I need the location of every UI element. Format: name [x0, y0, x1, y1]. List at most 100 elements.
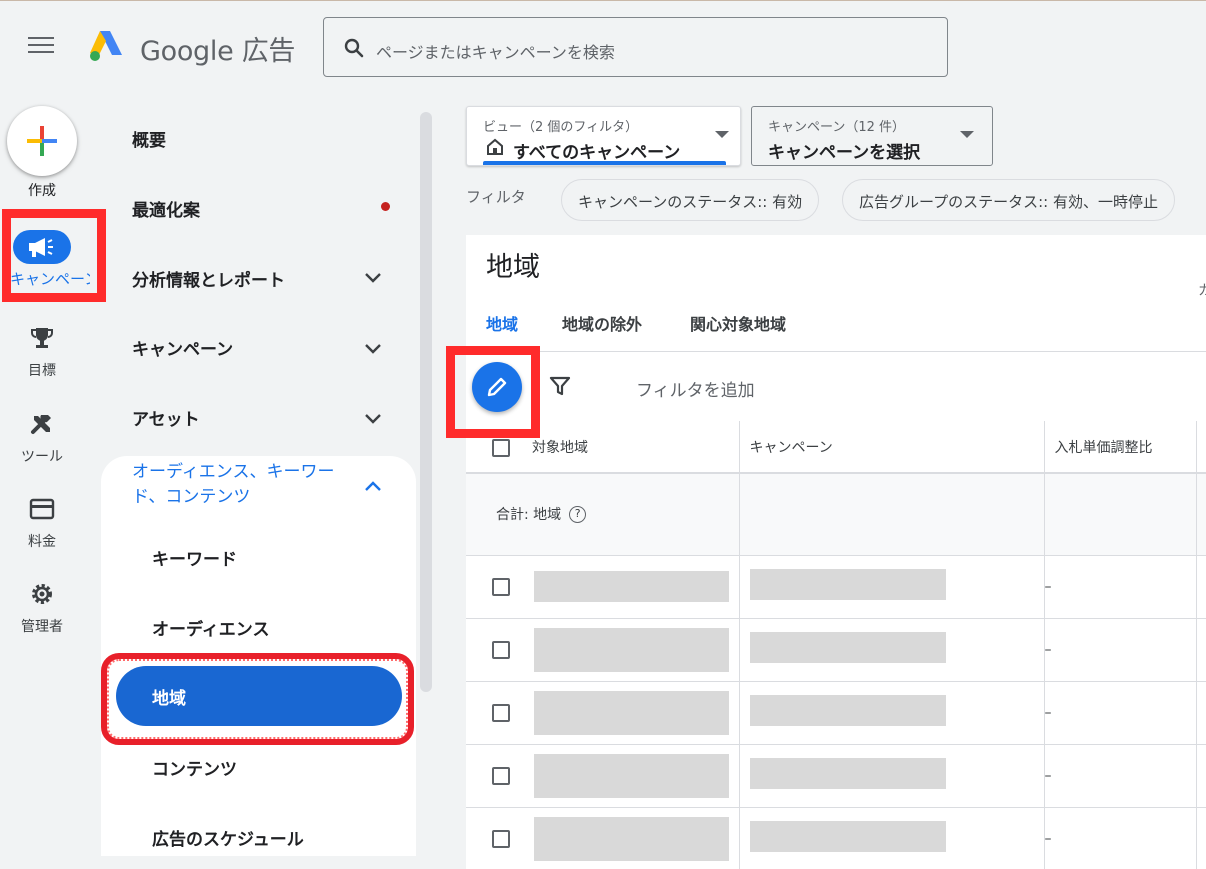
plus-icon	[27, 126, 57, 156]
row-checkbox[interactable]	[492, 577, 510, 596]
nav-audiences-section[interactable]: オーディエンス、キーワード、コンテンツ	[132, 460, 352, 510]
tab-locations-of-interest[interactable]: 関心対象地域	[690, 311, 786, 335]
bid-cell[interactable]: –	[1044, 744, 1197, 808]
extra-cell	[1196, 618, 1206, 682]
chevron-down-icon[interactable]	[362, 407, 384, 429]
bid-cell[interactable]: –	[1044, 555, 1197, 619]
credit-card-icon	[29, 498, 55, 520]
summary-cell	[739, 473, 1045, 556]
rail-billing[interactable]: 料金	[0, 495, 84, 551]
nav-audiences[interactable]: オーディエンス	[152, 615, 269, 640]
filter-chip-campaign-status[interactable]: キャンペーンのステータス:: 有効	[561, 179, 820, 221]
chevron-down-icon[interactable]	[362, 266, 384, 288]
nav-ad-schedule[interactable]: 広告のスケジュール	[152, 825, 304, 850]
summary-cell	[1044, 473, 1197, 556]
redacted-block	[749, 569, 946, 600]
table-row: –	[466, 555, 1206, 619]
rail-billing-label: 料金	[28, 534, 56, 550]
table-row: –	[466, 744, 1206, 808]
rail-admin[interactable]: 管理者	[0, 580, 84, 636]
search-input[interactable]: ページまたはキャンペーンを検索	[323, 17, 948, 77]
top-bar: Google 広告 ページまたはキャンペーンを検索	[0, 0, 1206, 92]
home-icon	[487, 138, 503, 155]
redacted-block	[749, 632, 946, 663]
redacted-block	[534, 571, 729, 602]
dropdown-arrow-icon	[960, 131, 974, 138]
summary-label: 合計: 地域?	[466, 473, 740, 556]
main-content: ビュー（2 個のフィルタ） すべてのキャンペーン キャンペーン（12 件） キャ…	[446, 92, 1206, 869]
table-row: –	[466, 681, 1206, 745]
nav-assets[interactable]: アセット	[132, 405, 200, 430]
row-checkbox[interactable]	[492, 640, 510, 659]
add-filter-button[interactable]: フィルタを追加	[636, 376, 755, 401]
tab-locations[interactable]: 地域	[486, 311, 518, 335]
nav-campaigns[interactable]: キャンペーン	[132, 335, 233, 360]
location-cell	[466, 807, 740, 869]
search-icon	[344, 38, 364, 58]
filter-chip-adgroup-status[interactable]: 広告グループのステータス:: 有効、一時停止	[842, 179, 1175, 221]
campaign-cell[interactable]	[739, 807, 1045, 869]
chevron-down-icon[interactable]	[362, 337, 384, 359]
rail-goals[interactable]: 目標	[0, 324, 84, 380]
location-cell	[466, 744, 740, 808]
table-row: –	[466, 618, 1206, 682]
tab-excluded-locations[interactable]: 地域の除外	[562, 311, 642, 335]
side-nav: 概要 最適化案 分析情報とレポート キャンペーン アセット オーディエンス、キー…	[100, 92, 436, 869]
chevron-up-icon[interactable]	[362, 476, 384, 498]
header-bid-adjustment[interactable]: 入札単価調整比	[1044, 421, 1197, 474]
rail-goals-label: 目標	[28, 363, 56, 379]
help-icon[interactable]: ?	[569, 506, 587, 524]
rail-tools-label: ツール	[21, 449, 63, 465]
row-checkbox[interactable]	[492, 829, 510, 848]
header-extra	[1196, 421, 1206, 474]
create-label: 作成	[28, 183, 56, 199]
bid-cell[interactable]: –	[1044, 807, 1197, 869]
nav-recommendations[interactable]: 最適化案	[132, 196, 200, 221]
campaign-value: キャンペーンを選択	[768, 143, 921, 163]
gear-icon	[32, 584, 52, 604]
redacted-block	[749, 758, 946, 789]
location-cell	[466, 681, 740, 745]
create-button[interactable]	[7, 106, 77, 176]
nav-overview[interactable]: 概要	[132, 126, 166, 151]
left-rail: 作成 キャンペーン 目標 ツール	[0, 92, 106, 869]
filter-icon[interactable]	[548, 374, 572, 398]
select-all-checkbox[interactable]	[492, 438, 510, 457]
menu-icon[interactable]	[28, 37, 54, 57]
header-location[interactable]: 対象地域	[466, 421, 740, 474]
highlight-box	[2, 209, 106, 302]
row-checkbox[interactable]	[492, 766, 510, 785]
brand-title: Google 広告	[140, 36, 296, 67]
extra-cell	[1196, 807, 1206, 869]
redacted-block	[534, 753, 729, 798]
redacted-block	[534, 627, 729, 672]
content-panel: 地域 カ 地域 地域の除外 関心対象地域 フィルタを追加 対象地域 キャンペーン…	[446, 235, 1206, 869]
header-campaign[interactable]: キャンペーン	[739, 421, 1045, 474]
highlight-box	[101, 653, 414, 745]
rail-admin-label: 管理者	[21, 619, 63, 635]
campaign-cell[interactable]	[739, 555, 1045, 619]
campaign-dropdown[interactable]: キャンペーン（12 件） キャンペーンを選択	[751, 106, 993, 166]
google-ads-logo[interactable]	[86, 27, 126, 63]
view-dropdown[interactable]: ビュー（2 個のフィルタ） すべてのキャンペーン	[466, 106, 741, 166]
location-cell	[466, 618, 740, 682]
filter-label: フィルタ	[466, 188, 526, 206]
row-checkbox[interactable]	[492, 703, 510, 722]
campaign-cell[interactable]	[739, 618, 1045, 682]
table-header-row: 対象地域 キャンペーン 入札単価調整比	[466, 421, 1206, 474]
nav-insights[interactable]: 分析情報とレポート	[132, 266, 285, 291]
nav-content[interactable]: コンテンツ	[152, 755, 237, 780]
extra-cell	[1196, 681, 1206, 745]
bid-cell[interactable]: –	[1044, 681, 1197, 745]
locations-table: 対象地域 キャンペーン 入札単価調整比 合計: 地域? – – – – –	[466, 421, 1206, 869]
nav-keywords[interactable]: キーワード	[152, 545, 237, 570]
campaign-cell[interactable]	[739, 744, 1045, 808]
tools-icon	[31, 415, 51, 434]
bid-cell[interactable]: –	[1044, 618, 1197, 682]
nav-scrollbar[interactable]	[420, 112, 432, 692]
campaign-cell[interactable]	[739, 681, 1045, 745]
search-placeholder: ページまたはキャンペーンを検索	[376, 43, 615, 62]
extra-cell	[1196, 744, 1206, 808]
rail-tools[interactable]: ツール	[0, 410, 84, 466]
campaign-caption: キャンペーン（12 件）	[768, 120, 906, 135]
